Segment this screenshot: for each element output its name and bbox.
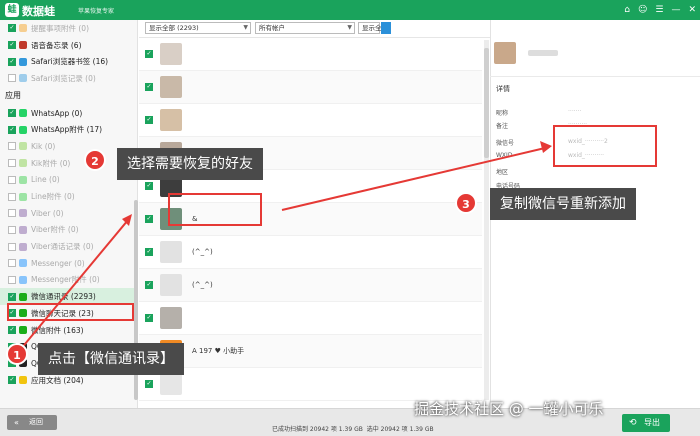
step-3-callout: 复制微信号重新添加 (490, 188, 636, 220)
step-1-badge: 1 (6, 343, 28, 365)
watermark: 掘金技术社区 @ 一罐小可乐 (414, 400, 604, 418)
step-2-callout: 选择需要恢复的好友 (117, 148, 263, 180)
step-2-badge: 2 (84, 149, 106, 171)
step-3-badge: 3 (455, 192, 477, 214)
step-1-callout: 点击【微信通讯录】 (38, 343, 184, 375)
